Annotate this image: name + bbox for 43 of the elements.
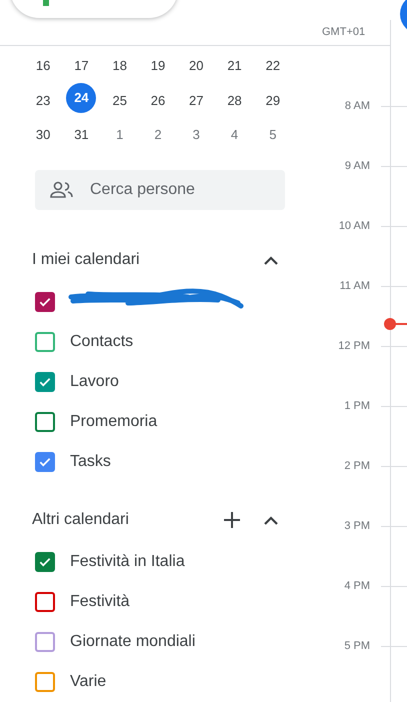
section-title: Altri calendari <box>32 510 130 530</box>
calendar-day[interactable]: 23 <box>36 90 50 110</box>
calendar-day[interactable]: 16 <box>36 56 50 76</box>
calendar-day[interactable]: 20 <box>189 56 204 76</box>
time-label: 8 AM <box>344 98 370 114</box>
calendar-name[interactable]: Contacts <box>70 330 134 354</box>
calendar-day[interactable]: 17 <box>74 56 89 76</box>
time-label: 2 PM <box>343 458 370 474</box>
calendar-day[interactable]: 4 <box>230 125 238 144</box>
calendar-day[interactable]: 19 <box>150 56 166 76</box>
time-label: 10 AM <box>338 218 370 234</box>
time-label: 11 AM <box>338 278 370 294</box>
calendar-name[interactable]: Festività <box>70 590 130 614</box>
calendar-day[interactable]: 25 <box>112 90 127 110</box>
time-label: 12 PM <box>337 338 370 354</box>
calendar-name[interactable]: Varie <box>70 670 106 694</box>
calendar-day[interactable]: 28 <box>227 90 242 110</box>
calendar-day[interactable]: 5 <box>269 125 276 144</box>
time-label: 1 PM <box>343 398 370 414</box>
calendar-day[interactable]: 21 <box>227 56 242 76</box>
calendar-day[interactable]: 24 <box>66 82 96 112</box>
calendar-name[interactable]: Promemoria <box>70 410 158 434</box>
calendar-day[interactable]: 31 <box>74 125 89 144</box>
time-label: 5 PM <box>343 638 370 654</box>
time-label: 3 PM <box>343 518 370 534</box>
calendar-day[interactable]: 30 <box>36 125 50 144</box>
section-title: I miei calendari <box>32 250 141 270</box>
calendar-day[interactable]: 29 <box>266 90 280 110</box>
calendar-day[interactable]: 2 <box>154 125 162 144</box>
calendar-day[interactable]: 27 <box>189 90 204 110</box>
calendar-name[interactable]: Lavoro <box>70 370 119 394</box>
time-label: 4 PM <box>343 578 370 594</box>
time-label: 9 AM <box>344 158 370 174</box>
calendar-name[interactable]: Tasks <box>70 450 111 474</box>
search-field[interactable]: Cerca persone <box>35 170 285 210</box>
calendar-day[interactable]: 22 <box>266 56 280 76</box>
calendar-name[interactable]: Festività in Italia <box>70 550 185 574</box>
calendar-day[interactable]: 3 <box>192 125 200 144</box>
timezone-label: GMT+01 <box>322 24 366 40</box>
calendar-name[interactable]: Giornate mondiali <box>70 630 196 654</box>
calendar-day[interactable]: 18 <box>112 56 127 76</box>
calendar-day[interactable]: 26 <box>150 90 166 110</box>
calendar-day[interactable]: 1 <box>116 125 124 144</box>
